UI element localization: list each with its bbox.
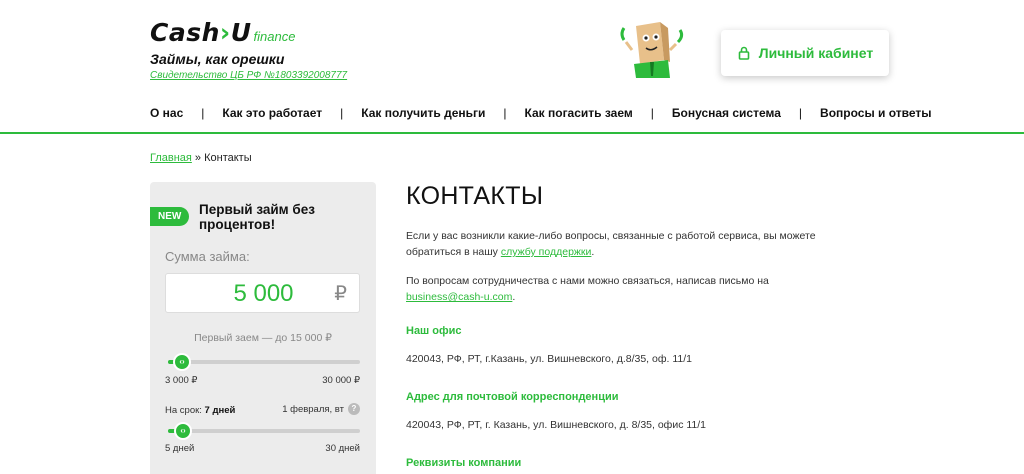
coop-end: . xyxy=(512,291,516,303)
amount-slider-handle[interactable]: ‹› xyxy=(173,353,191,371)
first-loan-note: Первый заем — до 15 000 ₽ xyxy=(194,332,332,344)
coop-text: По вопросам сотрудничества с нами можно … xyxy=(406,275,769,287)
site-header: Cash›U finance Займы, как орешки Свидетел… xyxy=(0,0,1024,134)
requisites-heading: Реквизиты компании xyxy=(406,457,522,469)
nav-item-about[interactable]: О нас xyxy=(150,106,183,120)
term-slider-handle[interactable]: ‹› xyxy=(174,422,192,440)
amount-min-label: 3 000 ₽ xyxy=(165,375,198,386)
logo-arrow: › xyxy=(219,18,231,47)
logo-finance: finance xyxy=(253,29,296,44)
nav-separator: | xyxy=(201,106,205,120)
nav-item-faq[interactable]: Вопросы и ответы xyxy=(820,106,931,120)
breadcrumb-separator: » xyxy=(191,152,205,164)
loan-calculator: NEW Первый займ без процентов! Сумма зай… xyxy=(150,182,376,474)
nav-separator: | xyxy=(650,106,654,120)
breadcrumb-home-link[interactable]: Главная xyxy=(150,152,192,164)
ruble-icon: ₽ xyxy=(334,283,347,305)
term-min-label: 5 дней xyxy=(165,443,195,454)
lock-icon xyxy=(738,46,750,60)
license-link[interactable]: Свидетельство ЦБ РФ №1803392008777 xyxy=(150,70,347,81)
personal-account-label: Личный кабинет xyxy=(758,45,874,61)
nav-item-repay-loan[interactable]: Как погасить заем xyxy=(525,106,633,120)
support-link[interactable]: службу поддержки xyxy=(501,246,592,258)
intro-end: . xyxy=(591,246,595,258)
term-value: 7 дней xyxy=(204,405,236,416)
term-prefix: На срок: xyxy=(165,405,205,416)
amount-value: 5 000 xyxy=(233,280,294,307)
term-date-text: 1 февраля, вт xyxy=(282,403,344,415)
new-badge: NEW xyxy=(150,207,190,226)
office-address: 420043, РФ, РТ, г.Казань, ул. Вишневског… xyxy=(406,353,692,365)
logo[interactable]: Cash›U finance xyxy=(150,18,295,47)
mascot-image xyxy=(620,22,684,78)
term-max-label: 30 дней xyxy=(325,443,360,454)
term-label: На срок: 7 дней xyxy=(165,405,235,416)
nav-separator: | xyxy=(503,106,507,120)
mail-address-heading: Адрес для почтовой корреспонденции xyxy=(406,391,619,403)
calculator-title: Первый займ без процентов! xyxy=(199,202,315,232)
sum-label: Сумма займа: xyxy=(165,249,250,264)
amount-input[interactable]: 5 000 ₽ xyxy=(165,273,360,313)
term-slider[interactable]: ‹› xyxy=(168,422,360,440)
nav-separator: | xyxy=(340,106,344,120)
page-title: КОНТАКТЫ xyxy=(406,182,544,210)
intro-text: Если у вас возникли какие-либо вопросы, … xyxy=(406,230,816,258)
intro-paragraph: Если у вас возникли какие-либо вопросы, … xyxy=(406,228,836,260)
main-nav: О нас | Как это работает | Как получить … xyxy=(150,106,932,120)
logo-cash: Cash xyxy=(150,18,220,47)
nav-item-get-money[interactable]: Как получить деньги xyxy=(361,106,485,120)
personal-account-button[interactable]: Личный кабинет xyxy=(721,30,889,76)
nav-item-how-it-works[interactable]: Как это работает xyxy=(222,106,322,120)
nav-separator: | xyxy=(798,106,803,120)
breadcrumb: Главная » Контакты xyxy=(150,152,252,164)
mail-address: 420043, РФ, РТ, г. Казань, ул. Вишневско… xyxy=(406,419,707,431)
help-icon[interactable]: ? xyxy=(348,403,360,415)
business-email-link[interactable]: business@cash-u.com xyxy=(406,291,512,303)
tagline: Займы, как орешки xyxy=(150,51,285,67)
amount-slider[interactable]: ‹› xyxy=(168,353,360,371)
nav-item-bonus[interactable]: Бонусная система xyxy=(672,106,781,120)
cooperation-paragraph: По вопросам сотрудничества с нами можно … xyxy=(406,273,836,305)
term-date: 1 февраля, вт ? xyxy=(282,403,360,415)
logo-u: U xyxy=(230,18,252,47)
breadcrumb-current: Контакты xyxy=(204,152,252,164)
amount-max-label: 30 000 ₽ xyxy=(322,375,360,386)
office-heading: Наш офис xyxy=(406,325,462,337)
main-content: КОНТАКТЫ Если у вас возникли какие-либо … xyxy=(406,182,856,469)
